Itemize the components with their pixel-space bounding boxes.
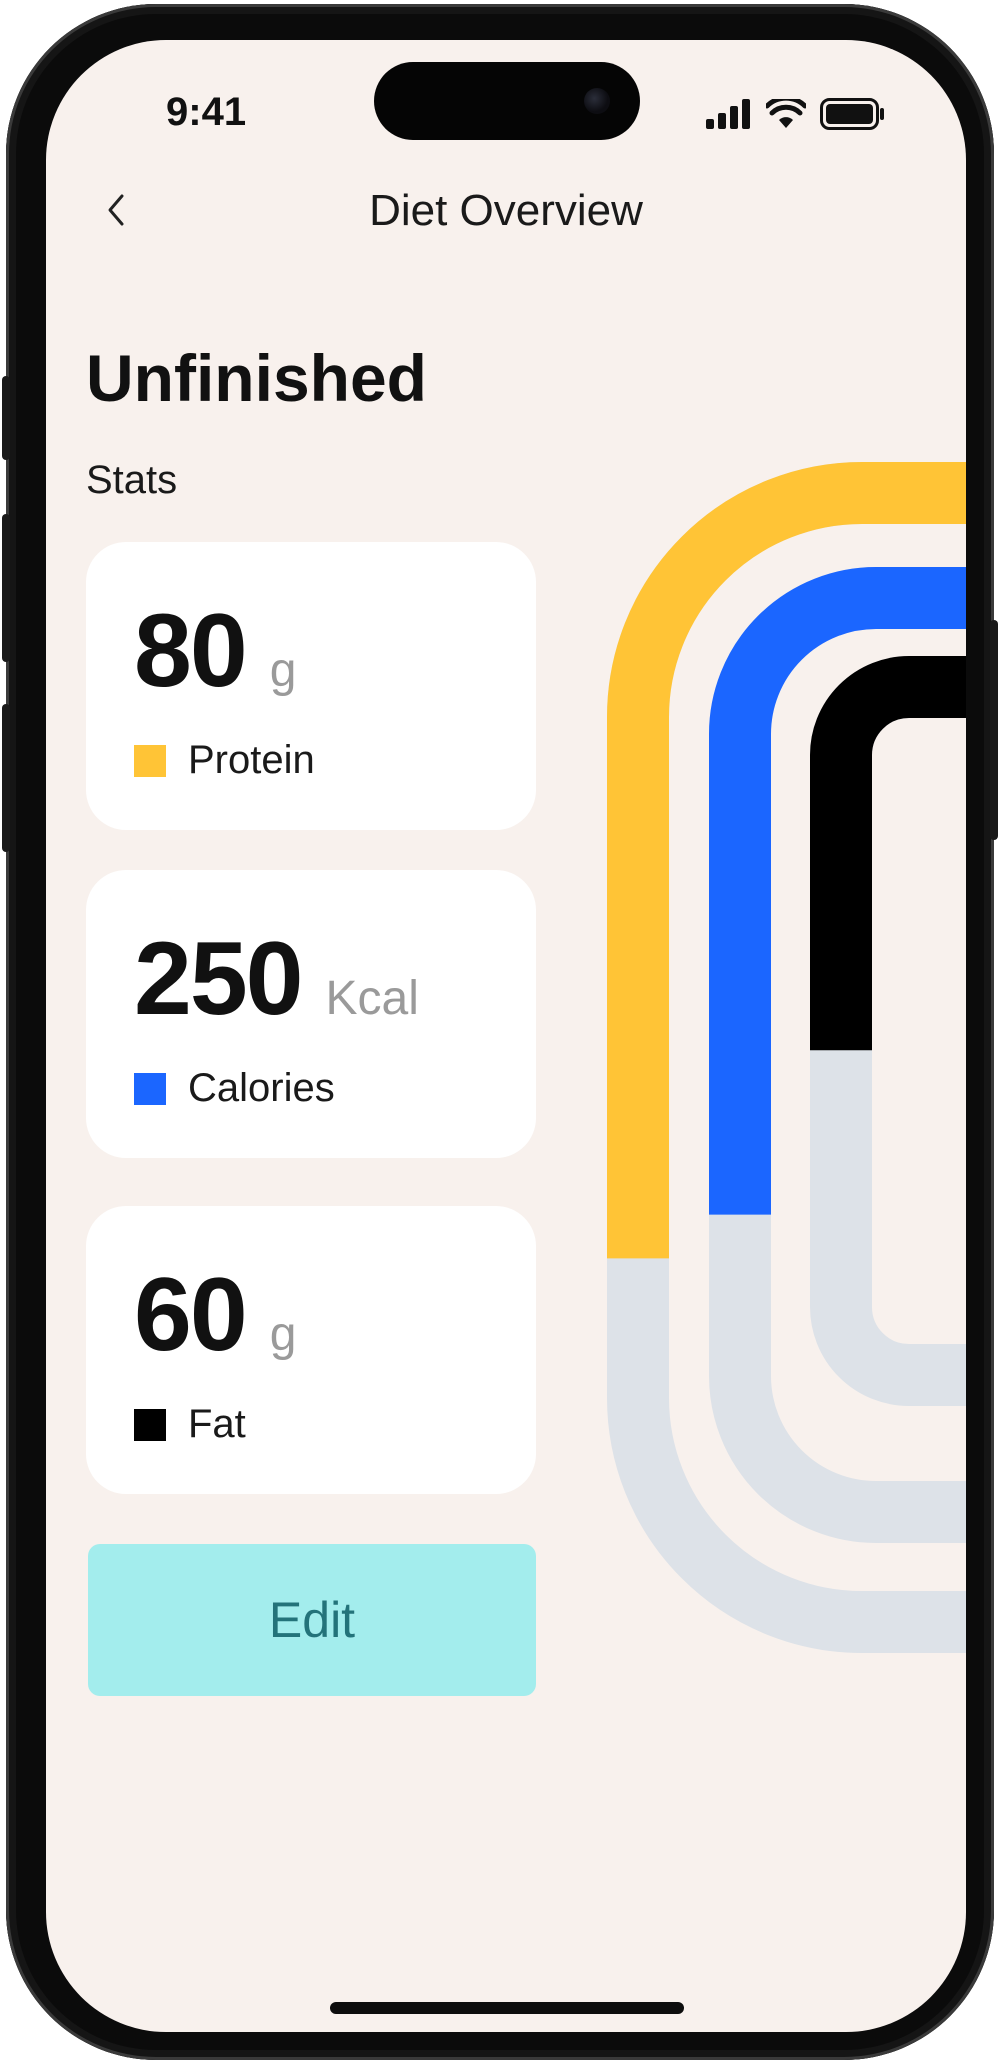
stat-value: 80: [134, 593, 248, 709]
legend-swatch: [134, 1072, 166, 1105]
stat-value: 60: [134, 1257, 248, 1373]
section-heading: Unfinished: [86, 341, 427, 415]
stat-label: Fat: [188, 1402, 246, 1446]
volume-down-button: [2, 704, 10, 852]
stat-card-fat[interactable]: 60 g Fat: [86, 1206, 536, 1494]
volume-up-button: [2, 514, 10, 662]
edit-button[interactable]: Edit: [88, 1544, 536, 1696]
status-icons: [706, 98, 886, 130]
dynamic-island: [374, 62, 640, 140]
stats-subheading: Stats: [86, 458, 178, 502]
phone-frame: 9:41 Diet Overview Unfinished Stats 80 g…: [2, 4, 998, 2060]
legend-swatch: [134, 1408, 166, 1441]
stat-value: 250: [134, 921, 304, 1037]
screen: 9:41 Diet Overview Unfinished Stats 80 g…: [46, 40, 966, 2032]
front-camera-icon: [584, 88, 610, 114]
stat-card-calories[interactable]: 250 Kcal Calories: [86, 870, 536, 1158]
legend-swatch: [134, 744, 166, 777]
action-button: [2, 376, 10, 460]
stat-unit: g: [269, 1308, 297, 1361]
page-title: Diet Overview: [369, 186, 643, 235]
power-button: [990, 620, 998, 840]
home-indicator[interactable]: [330, 2002, 684, 2014]
stat-card-protein[interactable]: 80 g Protein: [86, 542, 536, 830]
wifi-icon: [766, 99, 806, 128]
stat-unit: g: [269, 644, 297, 697]
battery-icon: [820, 98, 884, 130]
status-time: 9:41: [166, 90, 247, 134]
stat-unit: Kcal: [325, 972, 419, 1025]
signal-icon: [706, 99, 750, 129]
stat-label: Protein: [188, 738, 315, 782]
stat-label: Calories: [188, 1066, 335, 1110]
